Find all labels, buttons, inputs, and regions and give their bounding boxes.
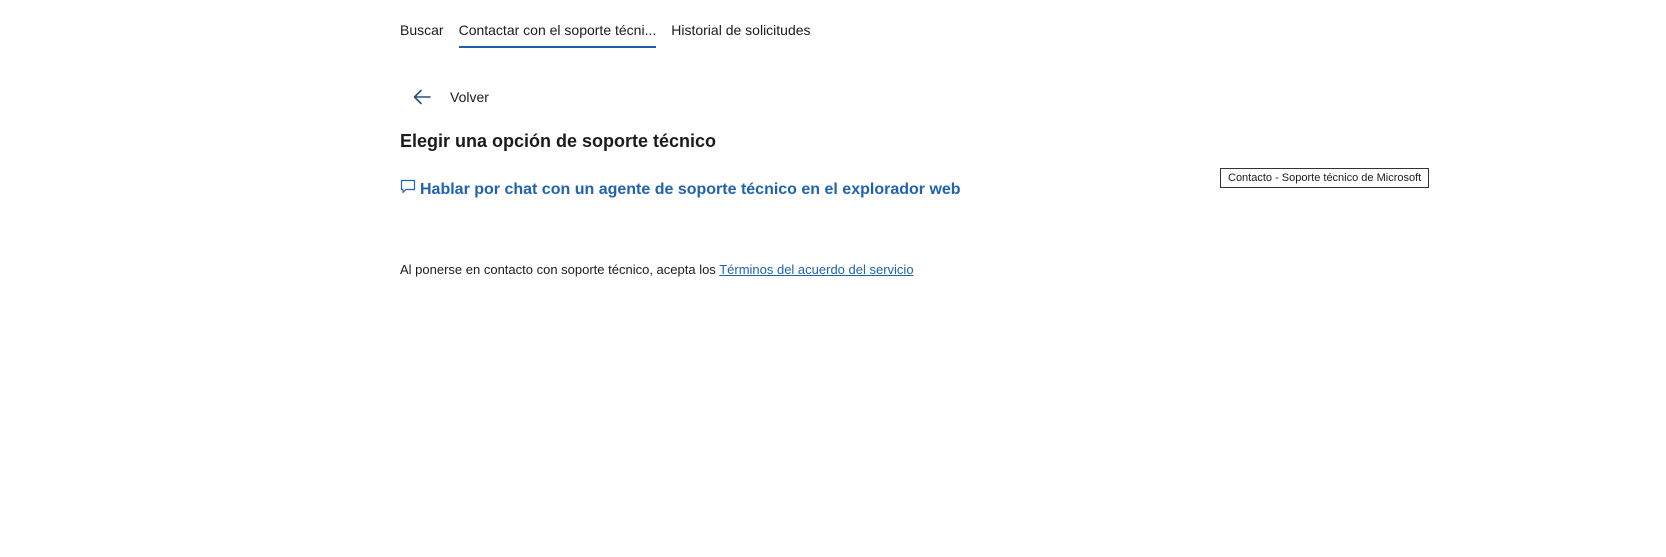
chat-bubble-icon — [400, 179, 416, 195]
back-label: Volver — [450, 89, 489, 105]
chat-with-agent-label: Hablar por chat con un agente de soporte… — [420, 181, 961, 198]
arrow-left-icon — [413, 86, 431, 108]
terms-notice: Al ponerse en contacto con soporte técni… — [400, 262, 914, 277]
terms-prefix: Al ponerse en contacto con soporte técni… — [400, 262, 720, 277]
tab-contactar-soporte[interactable]: Contactar con el soporte técni... — [458, 18, 657, 48]
page: Buscar Contactar con el soporte técni...… — [0, 0, 1666, 557]
tab-historial-solicitudes[interactable]: Historial de solicitudes — [671, 18, 810, 46]
tab-bar: Buscar Contactar con el soporte técni...… — [400, 18, 811, 48]
back-button[interactable]: Volver — [413, 86, 489, 108]
terms-of-service-link[interactable]: Términos del acuerdo del servicio — [719, 262, 913, 277]
chat-with-agent-link[interactable]: Hablar por chat con un agente de soporte… — [400, 179, 961, 199]
tab-buscar[interactable]: Buscar — [400, 18, 444, 46]
page-title: Elegir una opción de soporte técnico — [400, 131, 717, 151]
tooltip: Contacto - Soporte técnico de Microsoft — [1220, 168, 1430, 188]
